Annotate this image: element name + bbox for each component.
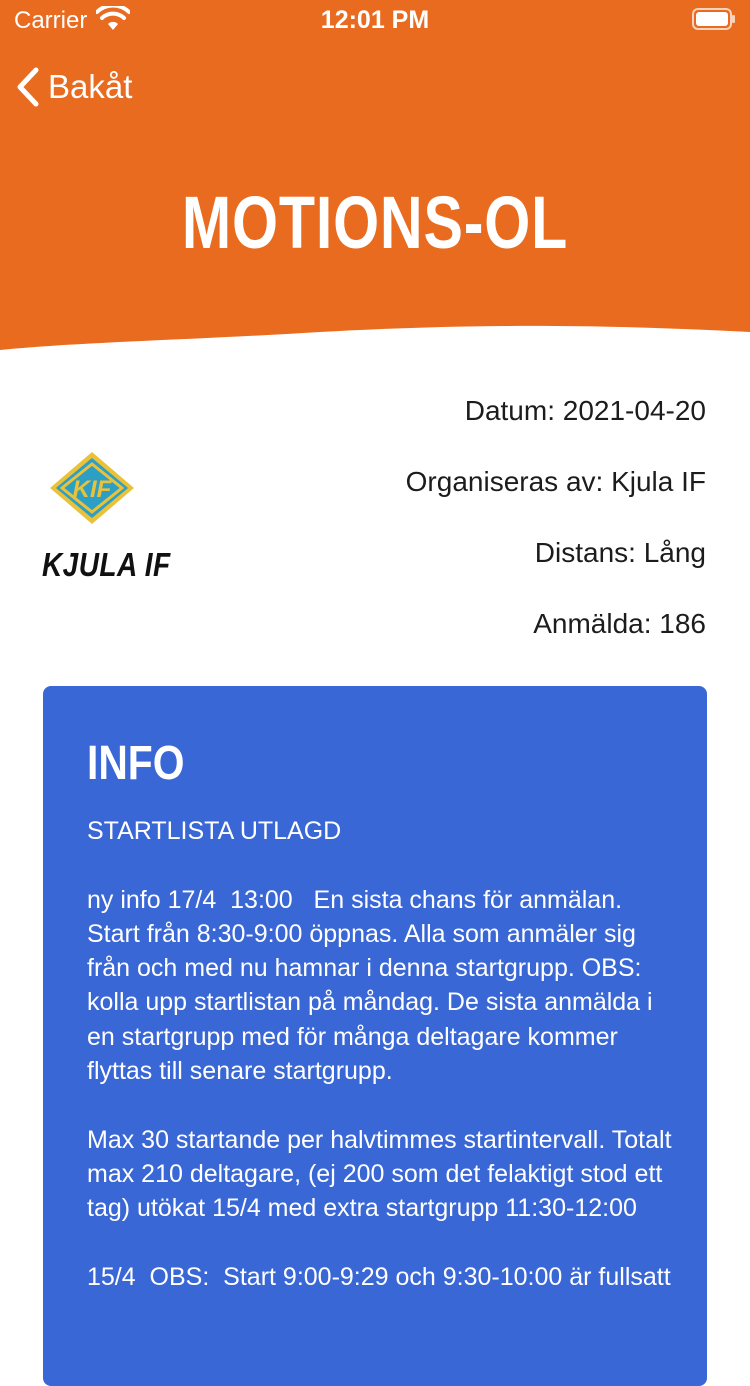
info-text: STARTLISTA UTLAGD ny info 17/4 13:00 En … — [87, 817, 672, 1291]
back-button[interactable]: Bakåt — [14, 64, 132, 110]
status-time: 12:01 PM — [320, 6, 430, 34]
club-name: KJULA IF — [42, 546, 171, 583]
event-organizer: Organiseras av: Kjula IF — [405, 466, 706, 497]
header: Carrier 12:01 PM Bakåt MOTIONS-OL — [0, 0, 750, 370]
back-button-label: Bakåt — [48, 68, 133, 105]
club-logo-text: KIF — [73, 476, 113, 503]
event-date: Datum: 2021-04-20 — [464, 395, 706, 426]
battery-icon — [692, 8, 735, 30]
info-card: INFO STARTLISTA UTLAGD ny info 17/4 13:0… — [43, 686, 707, 1386]
club-logo: KIF — [50, 452, 134, 524]
event-registered-count: Anmälda: 186 — [533, 608, 706, 639]
info-title: INFO — [87, 737, 185, 790]
event-distance: Distans: Lång — [534, 537, 706, 568]
page-title: MOTIONS-OL — [181, 181, 569, 264]
status-bar: Carrier 12:01 PM — [0, 0, 750, 40]
event-details: Datum: 2021-04-20 Organiseras av: Kjula … — [266, 390, 706, 674]
chevron-left-icon — [17, 67, 39, 107]
